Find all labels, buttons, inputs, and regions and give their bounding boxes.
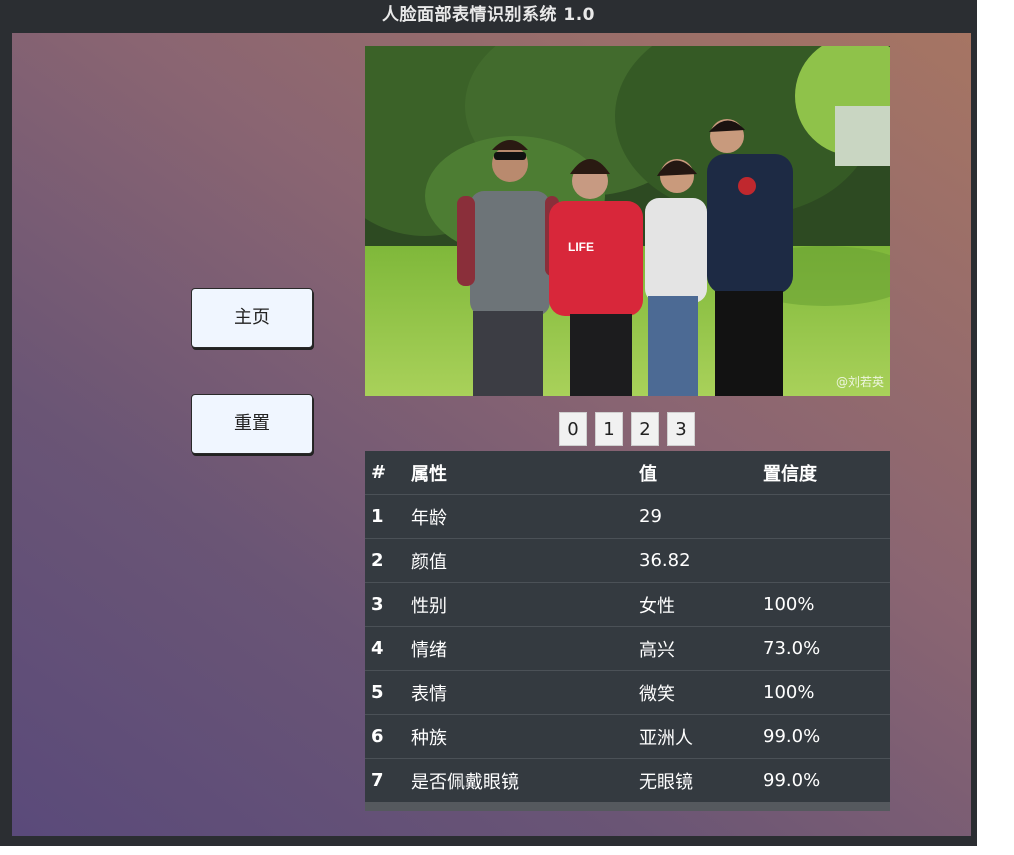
row-value: 高兴 — [631, 626, 755, 671]
row-confidence: 99.0% — [755, 714, 890, 759]
row-confidence: 100% — [755, 670, 890, 715]
table-row: 6 种族 亚洲人 99.0% — [365, 714, 890, 759]
row-attribute: 种族 — [403, 714, 631, 759]
row-attribute: 表情 — [403, 670, 631, 715]
svg-text:LIFE: LIFE — [568, 240, 594, 254]
home-button[interactable]: 主页 — [191, 288, 313, 348]
row-index: 5 — [365, 670, 403, 715]
row-attribute: 情绪 — [403, 626, 631, 671]
row-confidence: 100% — [755, 582, 890, 627]
table-header-row: # 属性 值 置信度 — [365, 451, 890, 495]
face-tab-2[interactable]: 2 — [631, 412, 659, 446]
window-title: 人脸面部表情识别系统 1.0 — [381, 5, 596, 25]
row-confidence — [755, 538, 890, 583]
row-index: 4 — [365, 626, 403, 671]
table-scroll-strip — [365, 802, 890, 811]
face-tab-1[interactable]: 1 — [595, 412, 623, 446]
row-value: 亚洲人 — [631, 714, 755, 759]
header-confidence: 置信度 — [755, 451, 890, 495]
uploaded-photo: LIFE @刘若英 — [365, 46, 890, 396]
row-attribute: 年龄 — [403, 494, 631, 539]
row-attribute: 性别 — [403, 582, 631, 627]
row-value: 女性 — [631, 582, 755, 627]
header-attribute: 属性 — [403, 451, 631, 495]
reset-button[interactable]: 重置 — [191, 394, 313, 454]
table-row: 3 性别 女性 100% — [365, 582, 890, 627]
row-value: 29 — [631, 494, 755, 539]
row-confidence: 73.0% — [755, 626, 890, 671]
row-index: 2 — [365, 538, 403, 583]
face-selector: 0 1 2 3 — [559, 412, 695, 447]
face-tab-0[interactable]: 0 — [559, 412, 587, 446]
row-attribute: 颜值 — [403, 538, 631, 583]
header-index: # — [365, 451, 403, 495]
table-row: 5 表情 微笑 100% — [365, 670, 890, 715]
app-window: 人脸面部表情识别系统 1.0 主页 重置 LIFE @刘若英 0 1 2 3 #… — [0, 0, 977, 846]
photo-watermark: @刘若英 — [835, 375, 884, 389]
row-index: 7 — [365, 758, 403, 803]
row-value: 36.82 — [631, 538, 755, 583]
row-index: 3 — [365, 582, 403, 627]
row-confidence — [755, 494, 890, 539]
row-value: 微笑 — [631, 670, 755, 715]
main-panel: 主页 重置 LIFE @刘若英 0 1 2 3 # 属性 值 置信度 1 年龄 … — [12, 33, 971, 836]
photo-illustration: LIFE — [365, 46, 890, 396]
face-tab-3[interactable]: 3 — [667, 412, 695, 446]
table-row: 4 情绪 高兴 73.0% — [365, 626, 890, 671]
results-table: # 属性 值 置信度 1 年龄 29 2 颜值 36.82 3 性别 女性 10… — [365, 451, 890, 811]
row-index: 6 — [365, 714, 403, 759]
row-confidence: 99.0% — [755, 758, 890, 803]
row-attribute: 是否佩戴眼镜 — [403, 758, 631, 803]
row-index: 1 — [365, 494, 403, 539]
header-value: 值 — [631, 451, 755, 495]
table-row: 1 年龄 29 — [365, 494, 890, 539]
table-row: 7 是否佩戴眼镜 无眼镜 99.0% — [365, 758, 890, 803]
row-value: 无眼镜 — [631, 758, 755, 803]
table-row: 2 颜值 36.82 — [365, 538, 890, 583]
